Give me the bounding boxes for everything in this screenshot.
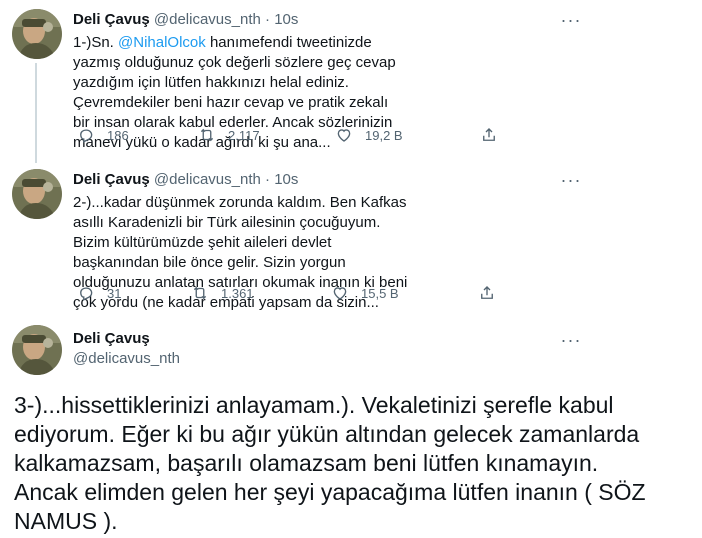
tweet-text-prefix: 1-)Sn. [73,34,119,51]
display-name[interactable]: Deli Çavuş [73,329,150,349]
separator-dot: · [265,171,271,188]
avatar[interactable] [12,9,62,59]
retweet-button[interactable]: 1.361 [191,283,254,303]
tweet-1[interactable]: Deli Çavuş @delicavus_nth · 10s ··· 1-)S… [0,0,702,163]
share-button[interactable] [480,125,510,145]
main-tweet-text: 3-)...hissettiklerinizi anlayamam.). Vek… [14,392,646,534]
thread-line [35,63,37,163]
user-handle[interactable]: @delicavus_nth [154,171,261,188]
user-handle[interactable]: @delicavus_nth [154,11,261,28]
like-button[interactable]: 19,2 B [335,125,403,145]
tweet-actions: 31 1.361 15,5 B [73,283,503,303]
share-icon [483,128,495,141]
reply-count: 186 [107,127,129,143]
retweet-icon [193,286,207,300]
reply-count: 31 [107,285,122,301]
more-icon[interactable]: ··· [560,171,582,194]
heart-icon [333,287,347,300]
reply-button[interactable]: 31 [77,283,121,303]
reply-button[interactable]: 186 [77,125,129,145]
reply-icon [80,129,93,143]
more-icon[interactable]: ··· [560,11,582,34]
retweet-count: 1.361 [221,285,254,301]
avatar[interactable] [12,169,62,219]
display-name[interactable]: Deli Çavuş [73,171,150,188]
share-button[interactable] [478,283,508,303]
timestamp[interactable]: 10s [274,171,298,188]
mention-link[interactable]: @NihalOlcok [118,34,206,51]
share-icon [481,286,493,299]
user-handle[interactable]: @delicavus_nth [73,349,180,369]
display-name[interactable]: Deli Çavuş [73,11,150,28]
like-button[interactable]: 15,5 B [331,283,399,303]
tweet-2[interactable]: Deli Çavuş @delicavus_nth · 10s ··· 2-).… [0,160,702,320]
tweet-header: Deli Çavuş @delicavus_nth · 10s [73,170,298,190]
retweet-icon [200,128,214,142]
separator-dot: · [265,11,271,28]
more-icon[interactable]: ··· [560,331,582,354]
timestamp[interactable]: 10s [274,11,298,28]
tweet-header: Deli Çavuş @delicavus_nth · 10s [73,10,298,30]
like-count: 19,2 B [365,127,403,143]
heart-icon [337,129,351,142]
retweet-button[interactable]: 2.117 [198,125,260,145]
avatar[interactable] [12,325,62,375]
retweet-count: 2.117 [228,127,260,143]
like-count: 15,5 B [361,285,399,301]
reply-icon [80,287,93,301]
tweet-actions: 186 2.117 19,2 B [73,125,503,145]
